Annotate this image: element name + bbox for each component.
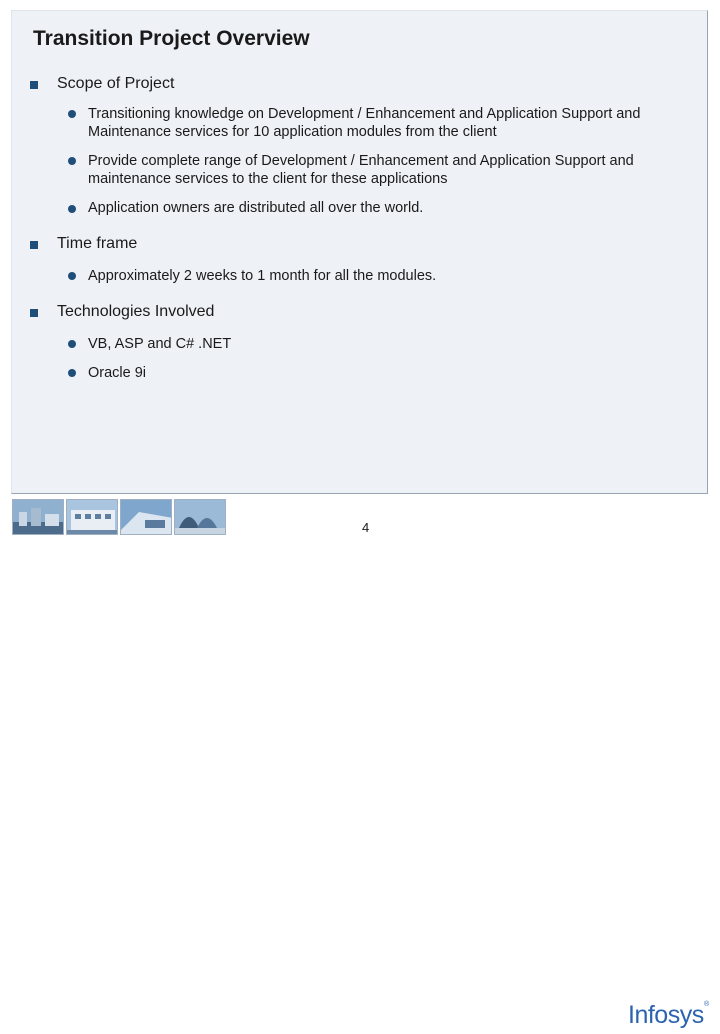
- round-bullet-icon: [68, 205, 76, 213]
- bullet-item: VB, ASP and C# .NET: [88, 336, 232, 352]
- section-heading: Technologies Involved: [57, 303, 215, 320]
- slide-title: Transition Project Overview: [33, 27, 310, 50]
- section-heading: Scope of Project: [57, 75, 175, 92]
- infosys-logo: Infosys ®: [628, 997, 710, 1029]
- bullet-item: Approximately 2 weeks to 1 month for all…: [88, 268, 437, 284]
- page-number: 4: [362, 520, 370, 535]
- bullet-item: Oracle 9i: [88, 365, 147, 381]
- building-photo-thumbnail: [174, 499, 226, 535]
- building-photo-thumbnail: [12, 499, 64, 535]
- bullet-item: Transitioning knowledge on Development /…: [88, 106, 641, 140]
- square-bullet-icon: [30, 241, 38, 249]
- footer-bar: Infosys ®: [0, 494, 720, 1029]
- square-bullet-icon: [30, 81, 38, 89]
- svg-text:Infosys: Infosys: [628, 1001, 704, 1029]
- round-bullet-icon: [68, 272, 76, 280]
- bullet-item: Provide complete range of Development / …: [88, 153, 634, 187]
- round-bullet-icon: [68, 157, 76, 165]
- round-bullet-icon: [68, 369, 76, 377]
- bullet-item: Application owners are distributed all o…: [88, 200, 424, 216]
- svg-text:®: ®: [704, 1000, 710, 1008]
- round-bullet-icon: [68, 110, 76, 118]
- square-bullet-icon: [30, 309, 38, 317]
- building-photo-thumbnail: [120, 499, 172, 535]
- round-bullet-icon: [68, 340, 76, 348]
- building-photo-thumbnail: [66, 499, 118, 535]
- section-heading: Time frame: [57, 235, 138, 252]
